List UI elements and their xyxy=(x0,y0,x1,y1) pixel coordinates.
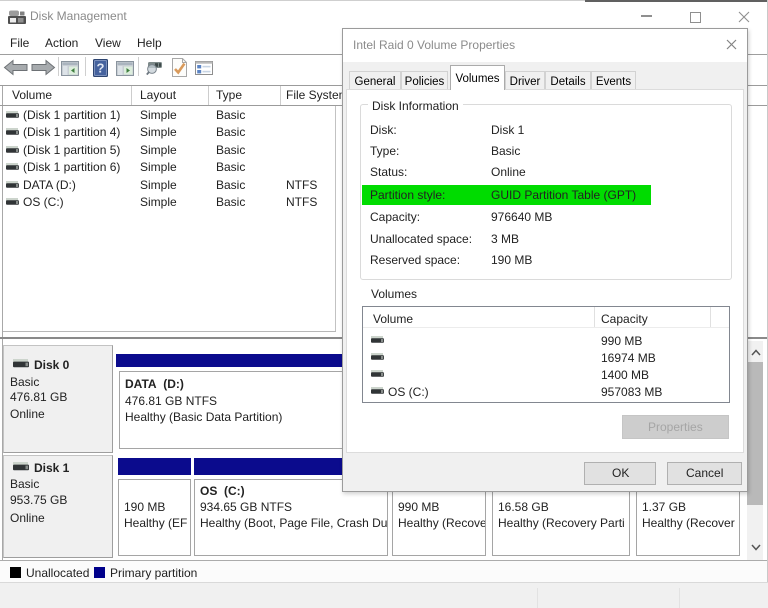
svg-text:?: ? xyxy=(97,61,105,76)
